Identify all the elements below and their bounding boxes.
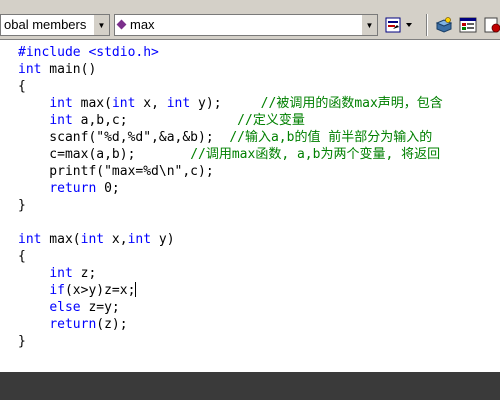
scope-combo[interactable]: obal members ▼ (0, 14, 110, 36)
code-keyword: int (127, 232, 152, 247)
code-text: y); (190, 96, 261, 111)
code-line[interactable]: else z=y; (18, 299, 443, 316)
code-text: (x>y)z=x; (64, 283, 136, 298)
code-comment: //定义变量 (237, 113, 305, 128)
code-text: a,b,c; (72, 113, 238, 128)
wizard-dropdown-icon (385, 17, 412, 33)
code-line[interactable]: int max(int x,int y) (18, 231, 443, 248)
build-icon (435, 17, 453, 33)
code-keyword: int (80, 232, 105, 247)
code-keyword: int (111, 96, 136, 111)
wizard-bar: obal members ▼ max ▼ (0, 0, 500, 40)
member-combo-text: max (130, 17, 155, 32)
code-text: y) (151, 232, 175, 247)
code-keyword: int (49, 113, 73, 128)
code-keyword: int (18, 62, 42, 77)
output-panel-area (0, 372, 500, 400)
member-combo[interactable]: max ▼ (114, 14, 378, 36)
breakpoint-icon (484, 17, 500, 33)
code-keyword: int (49, 266, 73, 281)
code-line[interactable]: } (18, 197, 443, 214)
code-line[interactable]: int z; (18, 265, 443, 282)
code-text: z=y; (80, 300, 120, 315)
code-keyword: return (49, 317, 97, 332)
code-keyword: int (18, 232, 42, 247)
chevron-down-icon[interactable]: ▼ (361, 15, 377, 35)
source-code[interactable]: #include <stdio.h> int main(){ int max(in… (18, 44, 443, 350)
code-line[interactable]: scanf("%d,%d",&a,&b); //输入a,b的值 前半部分为输入的 (18, 129, 443, 146)
code-line[interactable]: return(z); (18, 316, 443, 333)
code-line[interactable] (18, 214, 443, 231)
scope-combo-value: obal members (4, 17, 87, 32)
chevron-down-icon[interactable]: ▼ (93, 15, 109, 35)
breakpoint-button[interactable] (481, 14, 500, 36)
code-keyword: int (166, 96, 191, 111)
code-text: } (18, 334, 26, 349)
method-icon (116, 19, 127, 30)
code-keyword: else (49, 300, 81, 315)
code-comment: //输入a,b的值 前半部分为输入的 (229, 130, 433, 145)
code-text: } (18, 198, 26, 213)
code-text: c=max(a,b); (18, 147, 191, 162)
code-text: printf("max=%d\n",c); (18, 164, 214, 179)
class-view-button[interactable] (457, 14, 479, 36)
toolbar-separator (426, 14, 428, 36)
code-line[interactable]: { (18, 78, 443, 95)
code-text: 0; (96, 181, 120, 196)
code-text: z; (72, 266, 97, 281)
code-line[interactable]: int a,b,c; //定义变量 (18, 112, 443, 129)
code-text: (z); (96, 317, 128, 332)
code-text: x, (104, 232, 128, 247)
code-comment: //被调用的函数max声明，包含 (260, 96, 443, 111)
code-line[interactable]: printf("max=%d\n",c); (18, 163, 443, 180)
code-keyword: return (49, 181, 97, 196)
code-editor[interactable]: #include <stdio.h> int main(){ int max(in… (0, 40, 500, 372)
code-line[interactable]: int max(int x, int y); //被调用的函数max声明，包含 (18, 95, 443, 112)
build-button[interactable] (433, 14, 455, 36)
code-text: max( (41, 232, 81, 247)
code-line[interactable]: int main() (18, 61, 443, 78)
code-keyword: int (49, 96, 73, 111)
text-caret (135, 282, 137, 297)
code-comment: //调用max函数, a,b为两个变量, 将返回 (190, 147, 441, 162)
code-line[interactable]: c=max(a,b); //调用max函数, a,b为两个变量, 将返回 (18, 146, 443, 163)
code-text: { (18, 79, 26, 94)
code-keyword: if (49, 283, 65, 298)
member-combo-value: max (116, 17, 155, 32)
code-text: { (18, 249, 26, 264)
code-line[interactable]: return 0; (18, 180, 443, 197)
code-line[interactable]: { (18, 248, 443, 265)
wizard-dropdown-button[interactable] (383, 14, 417, 36)
code-line[interactable]: if(x>y)z=x; (18, 282, 443, 299)
code-keyword: #include <stdio.h> (18, 45, 159, 60)
code-text: scanf("%d,%d",&a,&b); (18, 130, 230, 145)
code-text: x, (135, 96, 167, 111)
class-view-icon (459, 17, 477, 33)
code-line[interactable]: } (18, 333, 443, 350)
code-text: max( (72, 96, 112, 111)
code-text: main() (41, 62, 97, 77)
code-line[interactable]: #include <stdio.h> (18, 44, 443, 61)
